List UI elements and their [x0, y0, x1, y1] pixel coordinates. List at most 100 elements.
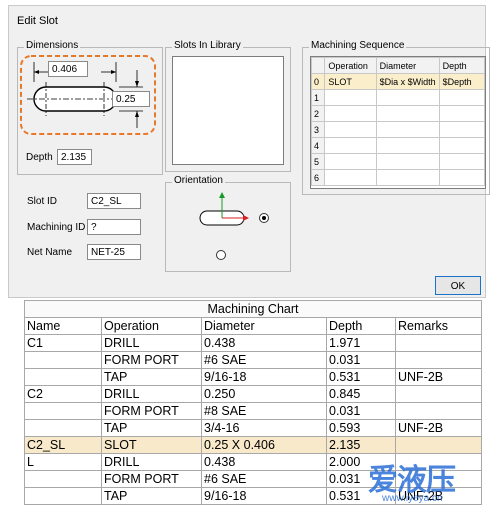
chart-cell-depth: 1.971 [326, 334, 396, 352]
net-name-label: Net Name [27, 247, 73, 258]
machining-chart-title: Machining Chart [24, 300, 482, 318]
watermark-logo: 爱液压 www.iyeya.cn [356, 455, 486, 515]
depth-input[interactable]: 2.135 [57, 149, 92, 165]
chart-cell-operation: DRILL [101, 334, 202, 352]
orientation-vertical-radio[interactable] [216, 250, 226, 260]
grid-cell-diameter[interactable] [375, 89, 440, 106]
chart-row: FORM PORT #8 SAE 0.031 [24, 402, 482, 420]
slot-height-input[interactable]: 0.25 [112, 91, 150, 107]
grid-cell-operation[interactable] [324, 137, 377, 154]
chart-cell-diameter: 9/16-18 [201, 368, 327, 386]
grid-row[interactable]: 6 [311, 169, 485, 186]
grid-header-operation: Operation [324, 57, 377, 74]
chart-cell-remarks [395, 385, 482, 403]
chart-cell-remarks [395, 351, 482, 369]
watermark-url: www.iyeya.cn [382, 493, 443, 504]
grid-row[interactable]: 2 [311, 105, 485, 122]
grid-cell-diameter[interactable] [375, 121, 440, 138]
ok-button[interactable]: OK [435, 276, 481, 295]
chart-cell-diameter: 0.25 X 0.406 [201, 436, 327, 454]
chart-cell-operation: FORM PORT [101, 470, 202, 488]
grid-row[interactable]: 0 SLOT $Dia x $Width $Depth [311, 73, 485, 90]
slot-width-input[interactable]: 0.406 [48, 61, 88, 77]
grid-row-number: 2 [311, 105, 326, 122]
chart-cell-operation: FORM PORT [101, 351, 202, 369]
slots-library-group-title: Slots In Library [172, 40, 243, 51]
grid-cell-operation[interactable] [324, 153, 377, 170]
grid-row[interactable]: 5 [311, 153, 485, 170]
dialog-title: Edit Slot [17, 15, 58, 27]
grid-row[interactable]: 1 [311, 89, 485, 106]
grid-cell-operation[interactable] [324, 121, 377, 138]
chart-cell-remarks: UNF-2B [395, 368, 482, 386]
orientation-diagram [199, 192, 249, 226]
grid-cell-diameter[interactable] [375, 169, 440, 186]
grid-cell-depth[interactable] [438, 105, 485, 122]
orientation-group-title: Orientation [172, 175, 225, 186]
grid-row-number: 5 [311, 153, 326, 170]
machining-sequence-grid[interactable]: Operation Diameter Depth 0 SLOT $Dia x $… [310, 56, 486, 189]
grid-cell-operation[interactable] [324, 169, 377, 186]
grid-cell-operation[interactable] [324, 89, 377, 106]
chart-cell-diameter: #8 SAE [201, 402, 327, 420]
chart-cell-depth: 0.031 [326, 402, 396, 420]
chart-row: TAP 9/16-18 0.531 UNF-2B [24, 368, 482, 386]
chart-cell-name [24, 487, 102, 505]
chart-cell-name [24, 351, 102, 369]
chart-cell-depth: 0.031 [326, 351, 396, 369]
edit-slot-dialog: Edit Slot Dimensions 0.406 0.25 Depth 2.… [8, 5, 490, 298]
chart-cell-operation: FORM PORT [101, 402, 202, 420]
grid-cell-depth[interactable] [438, 137, 485, 154]
grid-row[interactable]: 4 [311, 137, 485, 154]
chart-cell-depth: 2.135 [326, 436, 396, 454]
chart-cell-remarks: UNF-2B [395, 419, 482, 437]
chart-cell-operation: DRILL [101, 453, 202, 471]
chart-cell-name: C2 [24, 385, 102, 403]
grid-cell-operation[interactable] [324, 105, 377, 122]
chart-cell-depth: 0.531 [326, 368, 396, 386]
chart-cell-name [24, 368, 102, 386]
grid-cell-depth[interactable] [438, 121, 485, 138]
chart-cell-name: C2_SL [24, 436, 102, 454]
slot-id-input[interactable]: C2_SL [87, 193, 141, 209]
chart-cell-remarks [395, 402, 482, 420]
radio-selected-dot [262, 216, 266, 220]
grid-cell-depth[interactable]: $Depth [438, 73, 485, 90]
grid-row-number: 4 [311, 137, 326, 154]
grid-cell-diameter[interactable] [375, 153, 440, 170]
chart-header-name: Name [24, 317, 102, 335]
chart-cell-operation: SLOT [101, 436, 202, 454]
chart-header-operation: Operation [101, 317, 202, 335]
net-name-input[interactable]: NET-25 [87, 244, 141, 260]
chart-row: TAP 3/4-16 0.593 UNF-2B [24, 419, 482, 437]
grid-header-depth: Depth [438, 57, 485, 74]
grid-cell-operation[interactable]: SLOT [324, 73, 377, 90]
chart-cell-name: C1 [24, 334, 102, 352]
chart-row: FORM PORT #6 SAE 0.031 [24, 351, 482, 369]
grid-cell-diameter[interactable] [375, 105, 440, 122]
chart-cell-remarks [395, 436, 482, 454]
grid-cell-depth[interactable] [438, 89, 485, 106]
grid-cell-depth[interactable] [438, 169, 485, 186]
dimensions-group-title: Dimensions [24, 40, 81, 51]
chart-cell-diameter: 0.250 [201, 385, 327, 403]
chart-cell-name: L [24, 453, 102, 471]
machining-id-input[interactable]: ? [87, 219, 141, 235]
slots-library-list[interactable] [172, 56, 284, 165]
chart-cell-name [24, 419, 102, 437]
chart-header-remarks: Remarks [395, 317, 482, 335]
grid-cell-diameter[interactable] [375, 137, 440, 154]
chart-cell-diameter: 0.438 [201, 334, 327, 352]
chart-cell-depth: 0.593 [326, 419, 396, 437]
chart-cell-operation: TAP [101, 487, 202, 505]
orientation-horizontal-radio[interactable] [259, 213, 269, 223]
grid-cell-diameter[interactable]: $Dia x $Width [375, 73, 440, 90]
machining-sequence-group-title: Machining Sequence [309, 40, 407, 51]
grid-header-diameter: Diameter [375, 57, 440, 74]
chart-cell-depth: 0.845 [326, 385, 396, 403]
grid-cell-depth[interactable] [438, 153, 485, 170]
chart-cell-diameter: 3/4-16 [201, 419, 327, 437]
chart-row: C2 DRILL 0.250 0.845 [24, 385, 482, 403]
grid-row-number: 1 [311, 89, 326, 106]
grid-row[interactable]: 3 [311, 121, 485, 138]
